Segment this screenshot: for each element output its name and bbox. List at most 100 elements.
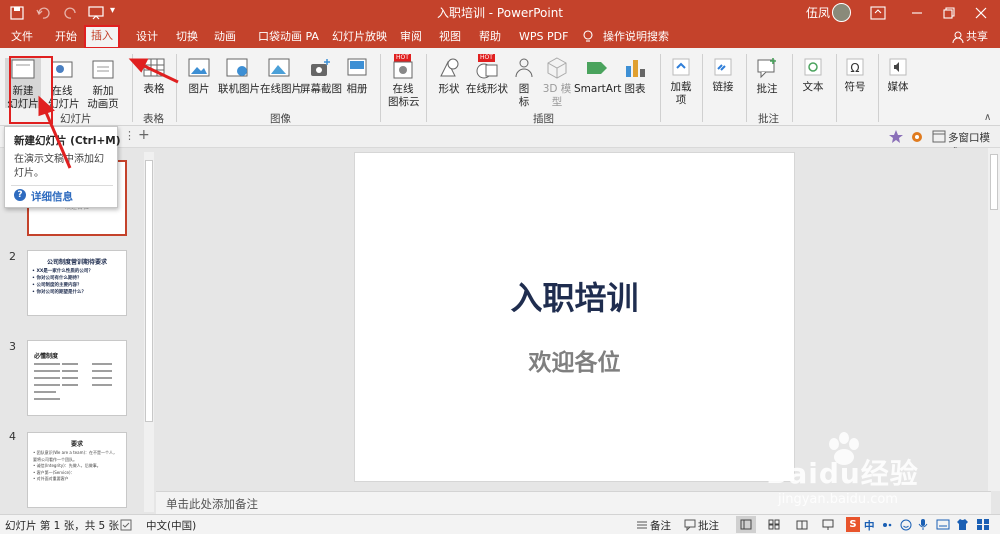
tab-file[interactable]: 文件 bbox=[11, 26, 33, 48]
comment-button[interactable]: 批注 bbox=[754, 56, 780, 96]
notes-toggle[interactable]: 备注 bbox=[650, 518, 671, 533]
online-icon-cloud-button[interactable]: HOT 在线 图标云 bbox=[388, 54, 420, 109]
group-label-illustrations: 插图 bbox=[533, 113, 554, 125]
skin-shirt-icon[interactable] bbox=[956, 518, 969, 531]
picture-button[interactable]: 图片 bbox=[186, 56, 212, 96]
slide-thumbnail-4[interactable]: 要求 • 团队意识(We are a team)：在不是一个人，要将公司看作一个… bbox=[27, 432, 127, 508]
photo-album-icon bbox=[347, 58, 367, 76]
reading-view-icon[interactable] bbox=[796, 519, 808, 530]
language-indicator[interactable]: 中文(中国) bbox=[146, 518, 196, 533]
editor-scrollbar-thumb[interactable] bbox=[990, 154, 998, 210]
table-icon bbox=[143, 58, 165, 77]
ribbon-insert: 新建 幻灯片 在线 幻灯片 新加 动画页 表格 图片 联机图片 在线图片 屏幕截图 相… bbox=[0, 48, 1000, 126]
thumb-scrollbar-thumb[interactable] bbox=[145, 160, 153, 422]
slide-title[interactable]: 入职培训 bbox=[355, 273, 794, 319]
chart-button[interactable]: 图表 bbox=[622, 56, 648, 96]
tab-home[interactable]: 开始 bbox=[55, 26, 77, 48]
multi-window-icon bbox=[932, 130, 946, 143]
tooltip-more-info-link[interactable]: 详细信息 bbox=[31, 189, 73, 204]
picture-icon bbox=[188, 58, 210, 77]
keyboard-icon[interactable] bbox=[936, 519, 950, 530]
tab-help[interactable]: 帮助 bbox=[479, 26, 501, 48]
slide-number-2: 2 bbox=[9, 250, 16, 263]
online-shapes-button[interactable]: HOT 在线形状 bbox=[466, 54, 508, 96]
tab-insert[interactable]: 插入 bbox=[84, 25, 120, 49]
toolbox-grid-icon[interactable] bbox=[976, 518, 990, 531]
ime-mode[interactable]: 中 bbox=[864, 518, 875, 533]
addin-icon bbox=[672, 58, 690, 76]
notes-pane[interactable]: 单击此处添加备注 bbox=[156, 491, 991, 514]
shapes-button[interactable]: 形状 bbox=[436, 56, 462, 96]
new-comment-icon bbox=[757, 58, 776, 79]
user-name[interactable]: 伍凤 bbox=[806, 0, 830, 26]
text-icon bbox=[804, 58, 822, 76]
more-options-icon[interactable]: ⋮ bbox=[124, 129, 135, 142]
slide-thumbnail-2[interactable]: 公司制度营训期待要求 • XX是一家什么性质的公司？ • 你对公司有什么期待？ … bbox=[27, 250, 127, 316]
online-gallery-button[interactable]: 联机图片 bbox=[218, 56, 260, 96]
restore-icon[interactable] bbox=[942, 6, 956, 20]
tab-transitions[interactable]: 切换 bbox=[176, 26, 198, 48]
ribbon-display-options-icon[interactable] bbox=[870, 6, 886, 20]
tab-wps-pdf[interactable]: WPS PDF bbox=[519, 26, 568, 48]
status-bar: 幻灯片 第 1 张，共 5 张 中文(中国) 备注 批注 S 中 bbox=[0, 514, 1000, 534]
online-picture-button[interactable]: 在线图片 bbox=[260, 56, 302, 96]
new-slide-tooltip: 新建幻灯片 (Ctrl+M) 在演示文稿中添加幻灯片。 ? 详细信息 bbox=[4, 126, 121, 208]
slide-subtitle[interactable]: 欢迎各位 bbox=[355, 343, 794, 377]
slide-number-4: 4 bbox=[9, 430, 16, 443]
group-label-slides: 幻灯片 bbox=[60, 113, 92, 125]
3d-models-button[interactable]: 3D 模型 bbox=[540, 56, 574, 109]
svg-text:Ω: Ω bbox=[850, 61, 859, 75]
slide-number-3: 3 bbox=[9, 340, 16, 353]
design-ideas-icon[interactable] bbox=[888, 129, 904, 145]
emoji-icon[interactable] bbox=[900, 519, 912, 531]
camera-icon bbox=[311, 59, 330, 76]
omega-icon: Ω bbox=[846, 58, 864, 76]
avatar[interactable] bbox=[832, 3, 851, 22]
screenshot-button[interactable]: 屏幕截图 bbox=[300, 56, 342, 96]
tab-pocket-animation[interactable]: 口袋动画 PA bbox=[258, 26, 319, 48]
animation-page-icon bbox=[92, 60, 114, 79]
ribbon-tabs: 文件 开始 插入 设计 切换 动画 口袋动画 PA 幻灯片放映 审阅 视图 帮助… bbox=[0, 25, 1000, 49]
slideshow-view-icon[interactable] bbox=[822, 519, 834, 530]
settings-gear-icon[interactable] bbox=[909, 129, 925, 145]
link-button[interactable]: 链接 bbox=[710, 56, 736, 94]
punctuation-icon[interactable] bbox=[882, 520, 892, 530]
share-button[interactable]: 共享 bbox=[966, 26, 988, 48]
tell-me-search[interactable]: 操作说明搜索 bbox=[603, 26, 669, 48]
current-slide[interactable]: 入职培训 欢迎各位 bbox=[354, 152, 795, 482]
tab-review[interactable]: 审阅 bbox=[400, 26, 422, 48]
group-label-tables: 表格 bbox=[143, 113, 164, 125]
add-animation-page-button[interactable]: 新加 动画页 bbox=[84, 58, 122, 111]
addins-button[interactable]: 加载项 bbox=[668, 56, 694, 107]
table-button[interactable]: 表格 bbox=[140, 56, 168, 96]
icons-button[interactable]: 图标 bbox=[512, 56, 536, 109]
add-slide-plus-icon[interactable]: + bbox=[138, 127, 150, 143]
minimize-icon[interactable] bbox=[910, 6, 924, 20]
tab-animations[interactable]: 动画 bbox=[214, 26, 236, 48]
symbol-button[interactable]: Ω 符号 bbox=[842, 56, 868, 94]
album-button[interactable]: 相册 bbox=[344, 56, 370, 96]
notes-icon bbox=[637, 521, 647, 529]
tab-slideshow[interactable]: 幻灯片放映 bbox=[332, 26, 387, 48]
link-icon bbox=[714, 58, 732, 76]
slide-thumbnail-3[interactable]: 必懂制度 bbox=[27, 340, 127, 416]
sogou-ime-icon[interactable]: S bbox=[846, 517, 860, 532]
tooltip-title: 新建幻灯片 (Ctrl+M) bbox=[14, 135, 121, 147]
comments-toggle[interactable]: 批注 bbox=[698, 518, 719, 533]
tab-view[interactable]: 视图 bbox=[439, 26, 461, 48]
smartart-button[interactable]: SmartArt bbox=[574, 56, 621, 96]
collapse-ribbon-icon[interactable]: ∧ bbox=[984, 112, 991, 123]
slide-sorter-icon[interactable] bbox=[768, 519, 780, 530]
close-icon[interactable] bbox=[974, 6, 988, 20]
microphone-icon[interactable] bbox=[918, 518, 928, 531]
media-button[interactable]: 媒体 bbox=[884, 56, 912, 94]
tab-design[interactable]: 设计 bbox=[136, 26, 158, 48]
help-icon: ? bbox=[14, 189, 26, 201]
normal-view-icon[interactable] bbox=[740, 519, 752, 530]
share-person-icon[interactable] bbox=[952, 31, 964, 43]
text-button[interactable]: 文本 bbox=[800, 56, 826, 94]
slide-count: 幻灯片 第 1 张，共 5 张 bbox=[5, 520, 120, 532]
speaker-icon bbox=[889, 58, 907, 76]
bar-chart-icon bbox=[626, 60, 645, 77]
spell-check-icon[interactable] bbox=[120, 519, 132, 531]
